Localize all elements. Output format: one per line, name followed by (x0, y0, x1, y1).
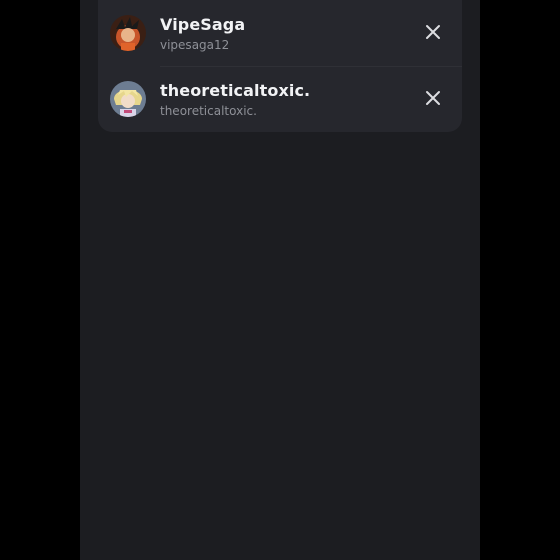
blonde-anime-avatar-icon (110, 81, 146, 117)
close-icon (426, 91, 440, 105)
username: theoreticaltoxic. (160, 104, 257, 118)
username: vipesaga12 (160, 38, 230, 52)
close-icon (426, 25, 440, 39)
display-name: theoreticaltoxic. (160, 81, 311, 100)
avatar[interactable] (110, 15, 146, 51)
list-item[interactable]: theoreticaltoxic. theoreticaltoxic. (98, 66, 462, 132)
display-name: VipeSaga (160, 15, 246, 34)
avatar[interactable] (110, 81, 146, 117)
app-screen: VipeSaga vipesaga12 theoreticaltoxic. th… (80, 0, 480, 560)
orange-anime-avatar-icon (110, 15, 146, 51)
remove-user-button[interactable] (418, 17, 448, 47)
remove-user-button[interactable] (418, 83, 448, 113)
recent-users-list: VipeSaga vipesaga12 theoreticaltoxic. th… (98, 0, 462, 132)
list-item[interactable]: VipeSaga vipesaga12 (98, 0, 462, 66)
